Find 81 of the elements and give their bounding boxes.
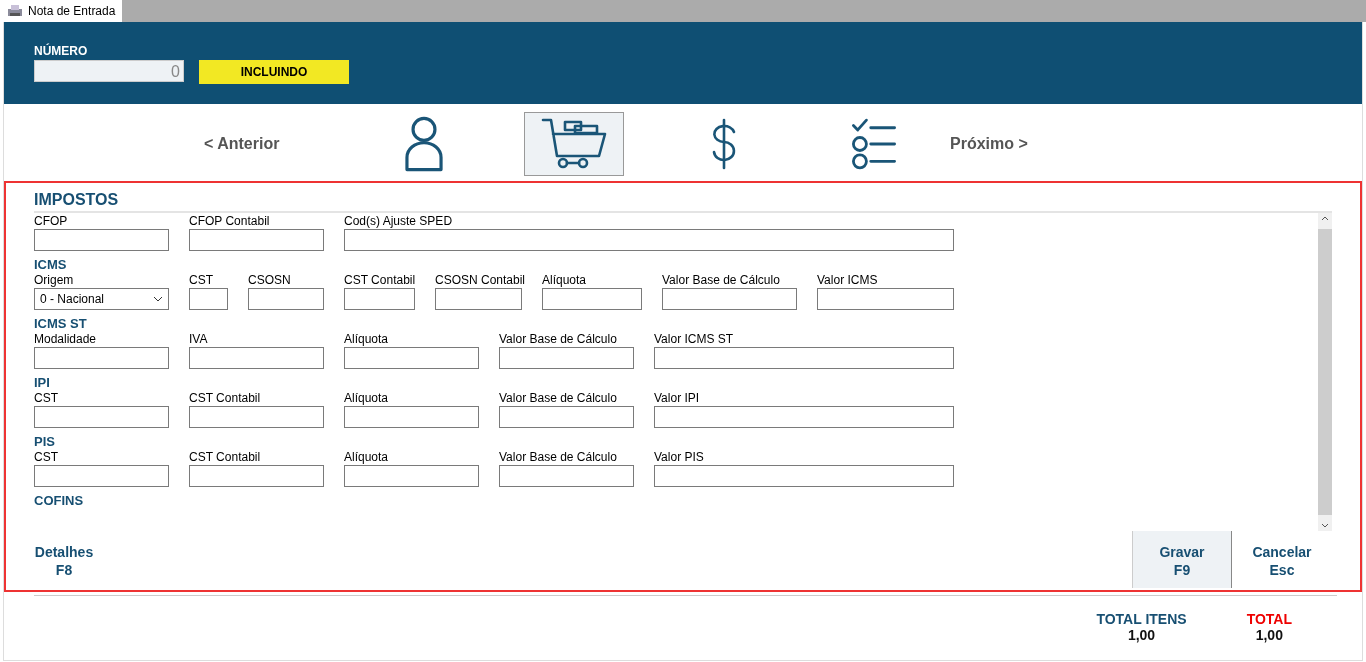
field-label: Valor ICMS ST bbox=[654, 332, 735, 347]
cart-icon bbox=[541, 118, 607, 170]
input-field[interactable] bbox=[435, 288, 522, 310]
field-label: Valor Base de Cálculo bbox=[499, 332, 618, 347]
input-field[interactable] bbox=[344, 288, 415, 310]
input-field[interactable] bbox=[189, 465, 324, 487]
input-field[interactable] bbox=[189, 347, 324, 369]
input-field[interactable] bbox=[189, 229, 324, 251]
input-field[interactable] bbox=[248, 288, 324, 310]
action-button[interactable]: Cancelar Esc bbox=[1232, 531, 1332, 588]
total-label: TOTAL bbox=[1246, 611, 1292, 627]
scroll-down-icon[interactable] bbox=[1321, 523, 1329, 528]
input-field[interactable] bbox=[654, 465, 954, 487]
field-label: CSOSN Contabil bbox=[435, 273, 522, 288]
chevron-down-icon bbox=[153, 296, 163, 302]
section-title: PIS bbox=[34, 434, 56, 449]
field-label: Alíquota bbox=[344, 332, 390, 347]
input-field[interactable] bbox=[499, 406, 634, 428]
field-label: Valor Base de Cálculo bbox=[499, 450, 618, 465]
step-tab[interactable] bbox=[524, 112, 624, 176]
field-label: Valor ICMS bbox=[817, 273, 879, 288]
field-label: Valor PIS bbox=[654, 450, 705, 465]
field-label: Modalidade bbox=[34, 332, 98, 347]
section-title: ICMS ST bbox=[34, 316, 88, 331]
field-label: CST Contabil bbox=[189, 450, 262, 465]
tab-label: Nota de Entrada bbox=[28, 4, 116, 18]
input-field[interactable] bbox=[817, 288, 954, 310]
field-label: Valor Base de Cálculo bbox=[499, 391, 618, 406]
section-title: ICMS bbox=[34, 257, 68, 272]
scroll-up-icon[interactable] bbox=[1321, 216, 1329, 221]
input-field[interactable] bbox=[189, 406, 324, 428]
field-label: CFOP bbox=[34, 214, 69, 229]
input-field[interactable] bbox=[654, 347, 954, 369]
input-field[interactable] bbox=[654, 406, 954, 428]
status-badge: INCLUINDO bbox=[199, 60, 349, 84]
field-label: CST bbox=[34, 391, 59, 406]
dropdown-value: 0 - Nacional bbox=[40, 292, 105, 306]
next-link[interactable]: Próximo > bbox=[950, 135, 1120, 153]
action-button[interactable]: Gravar F9 bbox=[1132, 531, 1232, 588]
field-label: CFOP Contabil bbox=[189, 214, 271, 229]
field-label: CST Contabil bbox=[189, 391, 262, 406]
field-label: NÚMERO bbox=[34, 44, 89, 58]
field-label: CSOSN bbox=[248, 273, 292, 288]
section-title: COFINS bbox=[34, 493, 85, 508]
field-label: Valor IPI bbox=[654, 391, 701, 406]
total-value: 1,00 bbox=[1254, 627, 1284, 643]
checklist-icon bbox=[851, 118, 897, 170]
previous-link[interactable]: < Anterior bbox=[204, 135, 374, 153]
section-title: IPI bbox=[34, 375, 51, 390]
window-tab[interactable]: Nota de Entrada bbox=[0, 0, 123, 22]
input-field[interactable] bbox=[34, 406, 169, 428]
field-label: CST bbox=[189, 273, 214, 288]
input-field[interactable] bbox=[34, 465, 169, 487]
field-label: Alíquota bbox=[542, 273, 588, 288]
field-label: Origem bbox=[34, 273, 75, 288]
input-field[interactable] bbox=[499, 465, 634, 487]
panel-title: IMPOSTOS bbox=[34, 191, 1332, 213]
input-field[interactable] bbox=[499, 347, 634, 369]
input-field[interactable] bbox=[344, 406, 479, 428]
field-label: CST bbox=[34, 450, 59, 465]
total-label: TOTAL ITENS bbox=[1096, 611, 1187, 627]
field-label: Alíquota bbox=[344, 391, 390, 406]
total-value: 1,00 bbox=[1126, 627, 1157, 643]
input-field[interactable] bbox=[34, 347, 169, 369]
input-field[interactable] bbox=[344, 465, 479, 487]
printer-icon bbox=[7, 4, 23, 18]
input-field[interactable] bbox=[189, 288, 228, 310]
field-label: IVA bbox=[189, 332, 209, 347]
input-field[interactable] bbox=[542, 288, 642, 310]
input-field[interactable] bbox=[344, 229, 954, 251]
person-icon bbox=[404, 116, 444, 172]
input-field[interactable] bbox=[344, 347, 479, 369]
input-field[interactable] bbox=[662, 288, 797, 310]
field-label: CST Contabil bbox=[344, 273, 415, 288]
action-button[interactable]: Detalhes F8 bbox=[14, 531, 114, 588]
field-label: Cod(s) Ajuste SPED bbox=[344, 214, 454, 229]
field-label: Valor Base de Cálculo bbox=[662, 273, 781, 288]
dropdown[interactable]: 0 - Nacional bbox=[34, 288, 169, 310]
dollar-icon bbox=[712, 118, 736, 170]
field-label: Alíquota bbox=[344, 450, 390, 465]
input-field[interactable] bbox=[34, 229, 169, 251]
